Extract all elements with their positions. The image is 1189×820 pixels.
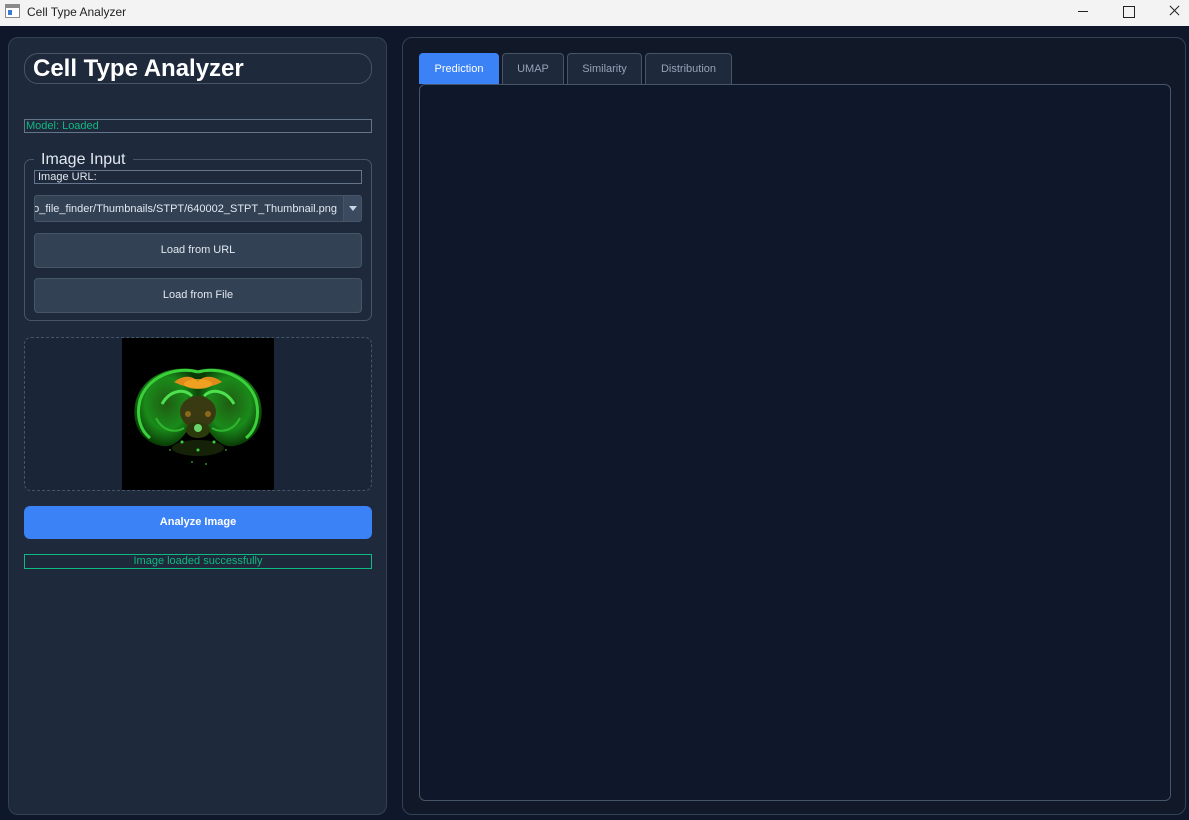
results-panel: Prediction UMAP Similarity Distribution [402, 37, 1186, 815]
brain-section-thumbnail [122, 338, 274, 490]
load-from-file-button[interactable]: Load from File [34, 278, 362, 313]
model-status-label: Model: Loaded [24, 119, 372, 133]
minimize-icon[interactable] [1060, 0, 1106, 26]
image-preview [24, 337, 372, 491]
chevron-down-icon[interactable] [343, 196, 361, 221]
status-message: Image loaded successfully [24, 554, 372, 569]
image-url-value[interactable]: oio_file_finder/Thumbnails/STPT/640002_S… [35, 203, 337, 216]
load-from-url-button[interactable]: Load from URL [34, 233, 362, 268]
image-url-label: Image URL: [34, 170, 362, 184]
maximize-icon[interactable] [1105, 0, 1151, 26]
tab-similarity[interactable]: Similarity [567, 53, 642, 84]
image-input-title: Image Input [34, 151, 133, 169]
image-input-group: Image Input Image URL: oio_file_finder/T… [24, 151, 372, 321]
image-url-combobox[interactable]: oio_file_finder/Thumbnails/STPT/640002_S… [34, 195, 362, 222]
brain-section-image [134, 368, 262, 465]
tab-umap[interactable]: UMAP [502, 53, 564, 84]
control-panel: Cell Type Analyzer Model: Loaded Image I… [8, 37, 387, 815]
window-title: Cell Type Analyzer [27, 5, 127, 19]
prediction-tab-content [419, 84, 1171, 801]
tab-distribution[interactable]: Distribution [645, 53, 732, 84]
close-icon[interactable] [1151, 0, 1189, 26]
app-window-icon [5, 4, 20, 18]
analyze-image-button[interactable]: Analyze Image [24, 506, 372, 539]
title-bar: Cell Type Analyzer [0, 0, 1189, 26]
tab-prediction[interactable]: Prediction [419, 53, 499, 84]
app-heading: Cell Type Analyzer [24, 53, 372, 84]
